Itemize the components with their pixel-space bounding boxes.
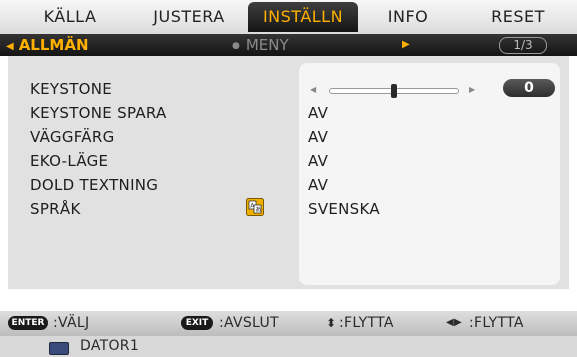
menu-tab-bar: KÄLLA JUSTERA INSTÄLLN INFO RESET <box>0 0 577 34</box>
section-allman[interactable]: ◀ ALLMÄN <box>6 34 89 56</box>
updown-arrows-icon: ⬍ <box>326 316 337 330</box>
setting-label-sprak[interactable]: SPRÅK <box>30 200 81 218</box>
leftright-hint: :FLYTTA <box>469 315 524 331</box>
projector-osd-menu: KÄLLA JUSTERA INSTÄLLN INFO RESET ◀ ALLMÄ… <box>0 0 577 357</box>
keystone-slider-thumb[interactable] <box>391 84 397 98</box>
setting-label-eko-lage[interactable]: EKO-LÄGE <box>30 152 108 170</box>
sub-header: ◀ ALLMÄN ● MENY ▶ 1/3 <box>0 34 577 56</box>
tab-kalla[interactable]: KÄLLA <box>22 2 118 32</box>
page-indicator: 1/3 <box>499 37 547 54</box>
slider-left-arrow-icon[interactable]: ◀ <box>310 85 316 94</box>
left-arrow-icon: ◀ <box>6 41 14 52</box>
computer-source-icon <box>49 342 69 355</box>
dot-icon: ● <box>232 41 240 51</box>
source-label: DATOR1 <box>80 338 140 354</box>
setting-label-keystone-spara[interactable]: KEYSTONE SPARA <box>30 104 167 122</box>
setting-label-vaggfarg[interactable]: VÄGGFÄRG <box>30 128 115 146</box>
slider-right-arrow-icon[interactable]: ▶ <box>469 85 475 94</box>
setting-value-vaggfarg: AV <box>308 128 329 146</box>
tab-info[interactable]: INFO <box>368 2 448 32</box>
section-meny[interactable]: ● MENY <box>232 34 289 56</box>
updown-hint: :FLYTTA <box>339 315 394 331</box>
source-footer: DATOR1 <box>0 336 577 357</box>
exit-key-badge: EXIT <box>181 316 213 330</box>
section-label: MENY <box>245 36 289 54</box>
tab-installn[interactable]: INSTÄLLN <box>248 2 358 32</box>
setting-value-sprak: SVENSKA <box>308 200 380 218</box>
leftright-arrows-icon: ◀▶ <box>446 317 462 328</box>
svg-text:あ: あ <box>255 207 261 214</box>
setting-value-eko-lage: AV <box>308 152 329 170</box>
section-label: ALLMÄN <box>18 36 89 54</box>
tab-justera[interactable]: JUSTERA <box>133 2 245 32</box>
hint-bar: ENTER :VÄLJ EXIT :AVSLUT ⬍ :FLYTTA ◀▶ :F… <box>0 311 577 336</box>
keystone-slider[interactable] <box>329 84 459 98</box>
language-icon: A あ <box>246 198 264 216</box>
setting-value-keystone-spara: AV <box>308 104 329 122</box>
setting-label-dold-textning[interactable]: DOLD TEXTNING <box>30 176 158 194</box>
setting-label-keystone[interactable]: KEYSTONE <box>30 80 112 98</box>
setting-value-dold-textning: AV <box>308 176 329 194</box>
enter-key-badge: ENTER <box>8 316 48 330</box>
enter-hint: :VÄLJ <box>53 315 90 331</box>
right-arrow-icon[interactable]: ▶ <box>402 34 410 56</box>
keystone-value: 0 <box>503 79 555 97</box>
tab-reset[interactable]: RESET <box>462 2 574 32</box>
exit-hint: :AVSLUT <box>219 315 279 331</box>
